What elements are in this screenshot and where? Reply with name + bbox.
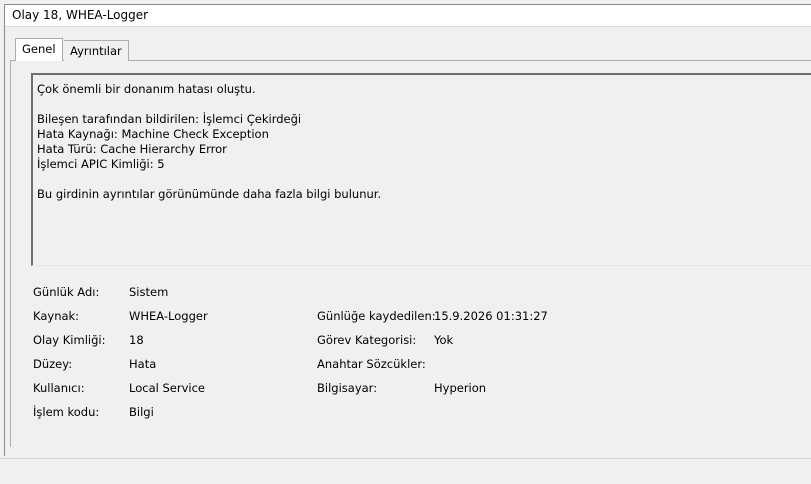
tab-details[interactable]: Ayrıntılar [64, 40, 129, 61]
description-line: Hata Türü: Cache Hierarchy Error [37, 142, 227, 156]
level-label: Düzey: [33, 357, 73, 371]
logged-value[interactable]: 15.9.2026 01:31:27 [434, 309, 548, 323]
title-bar: Olay 18, WHEA-Logger [5, 5, 811, 27]
log-name-label: Günlük Adı: [33, 285, 100, 299]
tab-general[interactable]: Genel [15, 38, 63, 61]
task-category-label: Görev Kategorisi: [317, 333, 417, 347]
source-label: Kaynak: [33, 309, 80, 323]
description-line: Bu girdinin ayrıntılar görünümünde daha … [37, 187, 382, 201]
event-description-box[interactable]: Çok önemli bir donanım hatası oluştu. Bi… [31, 73, 811, 266]
computer-label: Bilgisayar: [317, 381, 378, 395]
event-id-label: Olay Kimliği: [33, 333, 106, 347]
event-id-value[interactable]: 18 [129, 333, 144, 347]
bottom-bar [0, 458, 811, 484]
general-tab-panel: Çok önemli bir donanım hatası oluştu. Bi… [10, 60, 811, 447]
opcode-label: İşlem kodu: [33, 405, 100, 419]
computer-value[interactable]: Hyperion [434, 381, 486, 395]
keywords-label: Anahtar Sözcükler: [317, 357, 426, 371]
logged-label: Günlüğe kaydedilen: [317, 309, 436, 323]
description-line [37, 97, 811, 112]
description-line: İşlemci APIC Kimliği: 5 [37, 157, 165, 171]
opcode-value[interactable]: Bilgi [129, 405, 154, 419]
level-value[interactable]: Hata [129, 357, 156, 371]
window-title: Olay 18, WHEA-Logger [12, 8, 149, 22]
task-category-value[interactable]: Yok [434, 333, 453, 347]
description-line: Hata Kaynağı: Machine Check Exception [37, 127, 269, 141]
user-label: Kullanıcı: [33, 381, 85, 395]
description-line: Bileşen tarafından bildirilen: İşlemci Ç… [37, 112, 302, 126]
description-line: Çok önemli bir donanım hatası oluştu. [37, 82, 256, 96]
log-name-value[interactable]: Sistem [129, 285, 168, 299]
source-value[interactable]: WHEA-Logger [129, 309, 208, 323]
description-line [37, 172, 811, 187]
event-properties-window: Olay 18, WHEA-Logger Genel Ayrıntılar Ço… [4, 4, 811, 456]
user-value[interactable]: Local Service [129, 381, 205, 395]
